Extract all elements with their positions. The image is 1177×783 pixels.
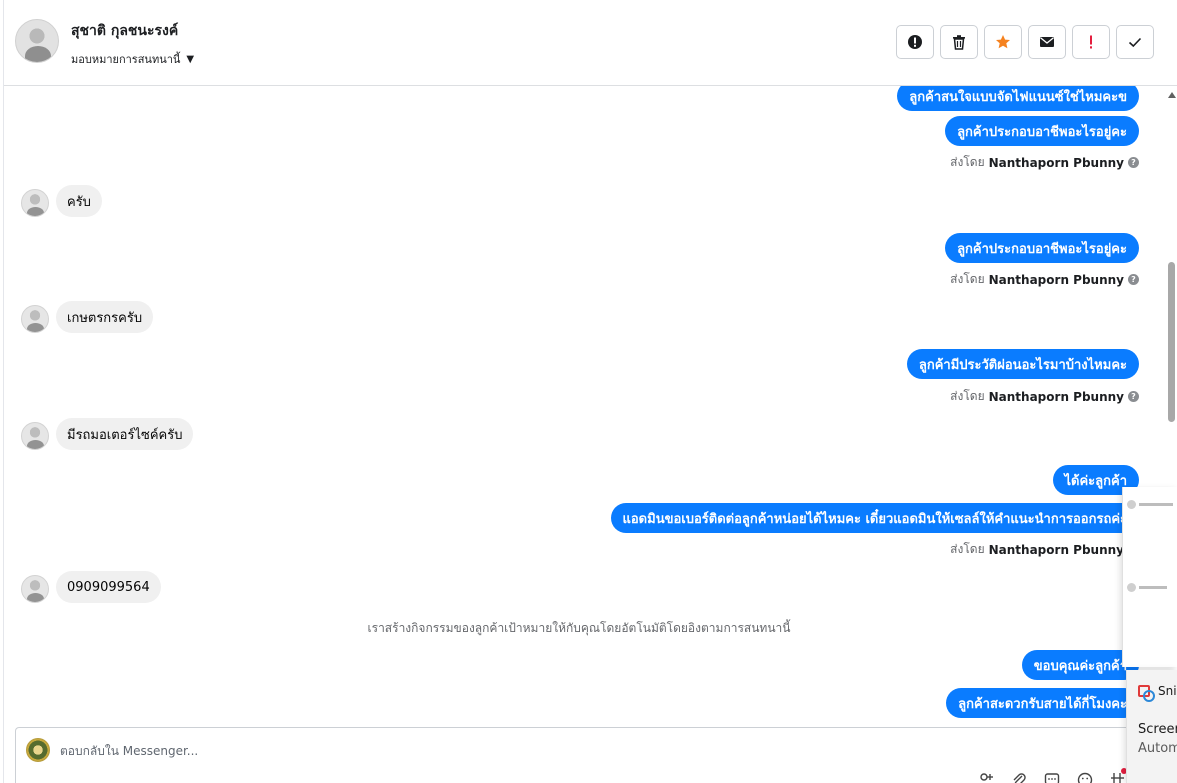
system-activity-note: เราสร้างกิจกรรมของลูกค้าเป้าหมายให้กับคุ…	[367, 621, 791, 635]
sent-by-prefix: ส่งโดย	[950, 155, 985, 169]
contact-avatar-small	[21, 305, 49, 333]
incoming-message: ครับ	[56, 185, 102, 217]
assign-conversation-dropdown[interactable]: มอบหมายการสนทนานี้ ▼	[71, 50, 194, 68]
snip-header: Sni	[1138, 684, 1177, 702]
spam-button[interactable]	[896, 25, 934, 59]
scroll-up-arrow-icon[interactable]	[1168, 92, 1176, 98]
sent-by-agent: Nanthaporn Pbunny	[988, 272, 1124, 287]
message-box-icon	[1044, 773, 1060, 783]
conversation-header: สุชาติ กุลชนะรงค์ มอบหมายการสนทนานี้ ▼	[4, 0, 1177, 86]
conversation-actions	[896, 25, 1154, 59]
sent-by-prefix: ส่งโดย	[950, 272, 985, 286]
snip-line2: Autom	[1138, 741, 1177, 756]
preview-avatar	[1127, 582, 1136, 592]
check-icon	[1128, 37, 1142, 48]
message-thread: ลูกค้าสนใจแบบจัดไฟแนนซ์ใช่ไหมคะข ลูกค้าป…	[4, 86, 1164, 726]
delete-button[interactable]	[940, 25, 978, 59]
assign-label: มอบหมายการสนทนานี้	[71, 53, 181, 66]
star-button[interactable]	[984, 25, 1022, 59]
attach-button[interactable]	[1009, 772, 1029, 783]
outgoing-message: ลูกค้าสะดวกรับสายได้กี่โมงคะ	[946, 688, 1139, 718]
contact-avatar-small	[21, 422, 49, 450]
contact-avatar[interactable]	[15, 19, 59, 63]
snip-body: Screen Autom	[1138, 720, 1177, 758]
sent-by-label: ส่งโดย Nanthaporn Pbunny ?	[950, 387, 1139, 406]
sent-by-label: ส่งโดย Nanthaporn Pbunny ?	[950, 270, 1139, 289]
sent-by-agent: Nanthaporn Pbunny	[988, 155, 1124, 170]
emoji-button[interactable]	[1075, 772, 1095, 783]
incoming-message: มีรถมอเตอร์ไซค์ครับ	[56, 418, 194, 450]
snip-app-name: Sni	[1158, 684, 1177, 698]
outgoing-message: ลูกค้าสนใจแบบจัดไฟแนนซ์ใช่ไหมคะข	[897, 86, 1139, 111]
reply-composer	[15, 727, 1140, 783]
add-contact-button[interactable]	[976, 772, 996, 783]
page-avatar	[26, 738, 50, 762]
outgoing-message: แอดมินขอเบอร์ติดต่อลูกค้าหน่อยได้ไหมคะ เ…	[610, 503, 1139, 533]
outgoing-message: ลูกค้าประกอบอาชีพอะไรอยู่คะ	[945, 233, 1139, 263]
envelope-icon	[1040, 37, 1054, 47]
outgoing-message: ลูกค้าประกอบอาชีพอะไรอยู่คะ	[945, 116, 1139, 146]
add-person-icon	[980, 773, 993, 781]
trash-icon	[953, 35, 965, 50]
outgoing-message: ลูกค้ามีประวัติผ่อนอะไรมาบ้างไหมคะ	[906, 349, 1139, 379]
sent-by-prefix: ส่งโดย	[950, 389, 985, 403]
smiley-icon	[1077, 772, 1093, 783]
mark-unread-button[interactable]	[1028, 25, 1066, 59]
conversation-preview-popup[interactable]	[1122, 487, 1177, 667]
star-icon	[996, 35, 1010, 49]
question-icon[interactable]: ?	[1128, 391, 1139, 402]
sent-by-agent: Nanthaporn Pbunny	[988, 389, 1124, 404]
sent-by-label: ส่งโดย Nanthaporn Pbunny ?	[950, 540, 1139, 559]
sent-by-agent: Nanthaporn Pbunny	[988, 542, 1124, 557]
sent-by-prefix: ส่งโดย	[950, 542, 985, 556]
alert-circle-icon	[908, 35, 922, 49]
incoming-message: เกษตรกรครับ	[56, 301, 154, 333]
contact-avatar-small	[21, 575, 49, 603]
exclamation-icon	[1090, 35, 1092, 49]
reply-input[interactable]	[60, 741, 660, 761]
contact-name[interactable]: สุชาติ กุลชนะรงค์	[71, 20, 178, 42]
snipping-tool-icon	[1138, 684, 1155, 702]
paperclip-icon	[1013, 773, 1026, 783]
follow-up-button[interactable]	[1072, 25, 1110, 59]
question-icon[interactable]: ?	[1128, 274, 1139, 285]
preview-text-line	[1139, 585, 1167, 589]
composer-tools	[976, 772, 1128, 783]
messenger-inbox-app: สุชาติ กุลชนะรงค์ มอบหมายการสนทนานี้ ▼ ล…	[3, 0, 1177, 783]
sent-by-label: ส่งโดย Nanthaporn Pbunny ?	[950, 153, 1139, 172]
preview-row	[1127, 582, 1177, 592]
snipping-tool-notification[interactable]: Sni Screen Autom	[1126, 670, 1177, 783]
saved-replies-button[interactable]	[1042, 772, 1062, 783]
scroll-thumb[interactable]	[1168, 262, 1175, 422]
preview-avatar	[1127, 499, 1136, 509]
caret-down-icon: ▼	[186, 53, 195, 65]
incoming-message: 0909099564	[56, 571, 161, 603]
preview-row	[1127, 499, 1177, 509]
preview-text-line	[1139, 502, 1173, 506]
mark-done-button[interactable]	[1116, 25, 1154, 59]
contact-avatar-small	[21, 189, 49, 217]
question-icon[interactable]: ?	[1128, 157, 1139, 168]
snip-line1: Screen	[1138, 722, 1177, 737]
